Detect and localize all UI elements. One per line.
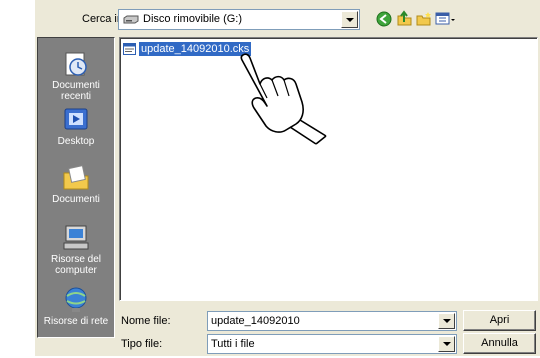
file-list-item[interactable]: update_14092010.cks <box>123 41 252 56</box>
up-one-level-icon[interactable] <box>395 10 413 28</box>
file-icon <box>123 42 136 55</box>
desktop-icon <box>61 106 91 134</box>
place-label: Documenti <box>52 194 100 205</box>
my-computer-icon <box>61 224 91 252</box>
chevron-down-icon <box>442 342 451 346</box>
place-my-documents[interactable]: Documenti <box>38 164 114 205</box>
file-name-label: Nome file: <box>121 315 171 327</box>
file-type-select[interactable]: Tutti i file <box>207 334 457 354</box>
file-type-value: Tutti i file <box>211 338 255 350</box>
file-type-dropdown-button[interactable] <box>438 336 455 352</box>
removable-drive-icon <box>123 15 139 24</box>
view-menu-icon[interactable] <box>435 10 457 28</box>
file-list[interactable]: update_14092010.cks <box>119 37 538 301</box>
chevron-down-icon <box>442 319 451 323</box>
place-network[interactable]: Risorse di rete <box>38 286 114 327</box>
open-button[interactable]: Apri <box>463 310 536 331</box>
file-name: update_14092010.cks <box>139 41 252 56</box>
place-label: Risorse del <box>50 254 102 265</box>
network-places-icon <box>61 286 91 314</box>
look-in-value: Disco rimovibile (G:) <box>143 13 243 25</box>
my-documents-icon <box>61 164 91 192</box>
cancel-button[interactable]: Annulla <box>463 333 536 354</box>
places-bar: Documenti recenti Desktop Documenti Riso… <box>37 37 115 338</box>
look-in-dropdown-button[interactable] <box>341 11 358 28</box>
place-desktop[interactable]: Desktop <box>38 106 114 147</box>
file-type-label: Tipo file: <box>121 338 163 350</box>
open-file-dialog: Cerca in: Disco rimovibile (G:) Document… <box>35 0 540 358</box>
place-label: Documenti <box>52 80 100 91</box>
place-label: Risorse di rete <box>43 316 109 327</box>
place-label: Desktop <box>57 136 95 147</box>
recent-documents-icon <box>61 50 91 78</box>
file-name-input[interactable]: update_14092010 <box>207 311 457 331</box>
look-in-dropdown[interactable]: Disco rimovibile (G:) <box>118 9 360 30</box>
file-name-value: update_14092010 <box>211 315 300 327</box>
file-name-dropdown-button[interactable] <box>438 313 455 329</box>
back-arrow-icon[interactable] <box>375 10 393 28</box>
chevron-down-icon <box>345 17 354 22</box>
new-folder-icon[interactable] <box>415 10 433 28</box>
place-label-line2: recenti <box>60 91 91 102</box>
place-my-computer[interactable]: Risorse del computer <box>38 224 114 276</box>
place-recent-documents[interactable]: Documenti recenti <box>38 50 114 102</box>
place-label-line2: computer <box>55 265 97 276</box>
